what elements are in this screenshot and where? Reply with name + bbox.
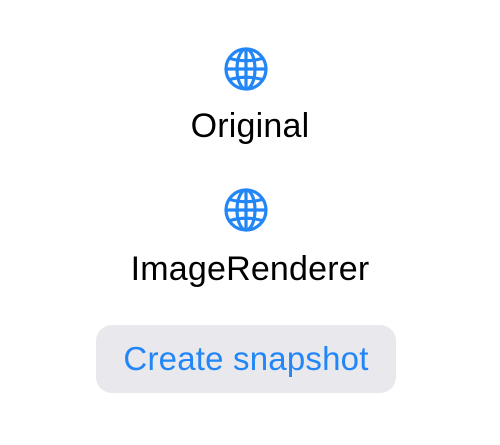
- globe-icon: [221, 44, 271, 94]
- screen: Original ImageRenderer Create snapshot: [0, 0, 500, 445]
- create-snapshot-button[interactable]: Create snapshot: [96, 325, 396, 393]
- globe-icon: [221, 185, 271, 235]
- create-snapshot-button-label: Create snapshot: [123, 340, 369, 377]
- original-label: Original: [190, 107, 310, 145]
- image-renderer-label: ImageRenderer: [130, 250, 370, 288]
